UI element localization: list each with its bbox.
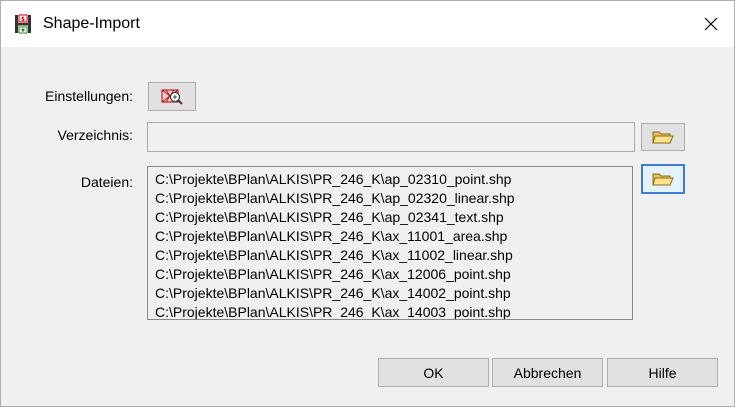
browse-files-button[interactable] (641, 164, 685, 194)
close-button[interactable] (688, 1, 734, 47)
files-list[interactable]: C:\Projekte\BPlan\ALKIS\PR_246_K\ap_0231… (147, 166, 633, 320)
list-item[interactable]: C:\Projekte\BPlan\ALKIS\PR_246_K\ap_0234… (155, 208, 504, 227)
list-item[interactable]: C:\Projekte\BPlan\ALKIS\PR_246_K\ax_1100… (155, 246, 513, 265)
window-title: Shape-Import (43, 15, 140, 32)
browse-directory-button[interactable] (641, 123, 685, 151)
directory-field[interactable] (147, 122, 635, 152)
list-item[interactable]: C:\Projekte\BPlan\ALKIS\PR_246_K\ax_1400… (155, 303, 511, 319)
ok-button[interactable]: OK (378, 358, 489, 387)
dialog-window: $ Shape-Import Einstellungen: Verzeichni… (0, 0, 735, 407)
directory-label: Verzeichnis: (57, 127, 133, 143)
folder-open-icon (652, 173, 674, 186)
list-item[interactable]: C:\Projekte\BPlan\ALKIS\PR_246_K\ax_1200… (155, 265, 511, 284)
svg-text:$: $ (21, 16, 25, 23)
list-item[interactable]: C:\Projekte\BPlan\ALKIS\PR_246_K\ax_1400… (155, 284, 511, 303)
settings-button[interactable] (148, 82, 196, 111)
shape-app-icon: $ (13, 14, 33, 34)
list-item[interactable]: C:\Projekte\BPlan\ALKIS\PR_246_K\ap_0231… (155, 170, 511, 189)
help-button[interactable]: Hilfe (607, 358, 718, 387)
cancel-button[interactable]: Abbrechen (492, 358, 603, 387)
close-icon (704, 17, 718, 31)
list-item[interactable]: C:\Projekte\BPlan\ALKIS\PR_246_K\ap_0232… (155, 189, 515, 208)
settings-search-icon (161, 89, 183, 105)
title-bar: $ Shape-Import (1, 1, 734, 47)
folder-open-icon (652, 131, 674, 144)
list-item[interactable]: C:\Projekte\BPlan\ALKIS\PR_246_K\ax_1100… (155, 227, 507, 246)
files-label: Dateien: (80, 174, 133, 190)
settings-label: Einstellungen: (45, 88, 133, 104)
